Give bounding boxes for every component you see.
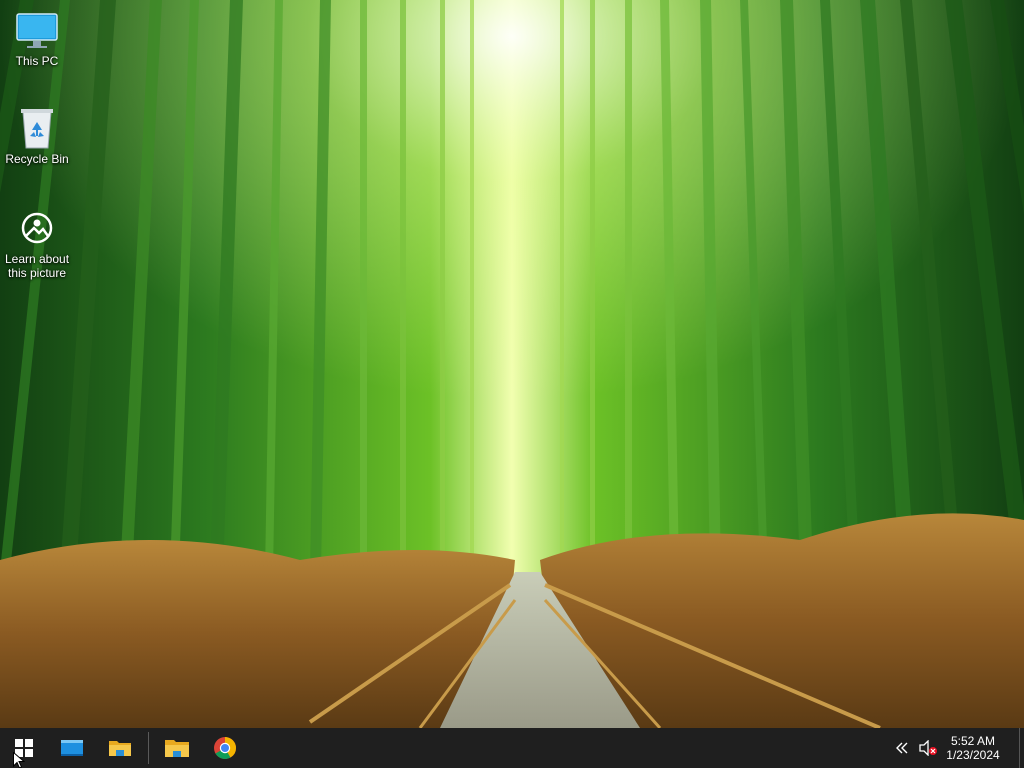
desktop: This PC Recycle Bin Learn about this pic… (0, 0, 1024, 768)
desktop-icon-this-pc[interactable]: This PC (2, 8, 72, 68)
system-tray: 5:52 AM 1/23/2024 (889, 728, 1024, 768)
monitor-icon (15, 8, 59, 52)
desktop-icon-recycle-bin[interactable]: Recycle Bin (2, 106, 72, 166)
taskbar-clock[interactable]: 5:52 AM 1/23/2024 (941, 728, 1005, 768)
taskbar-separator (148, 732, 149, 764)
taskbar-chrome-button[interactable] (201, 728, 249, 768)
wallpaper-image (0, 0, 1024, 728)
folder-icon (165, 740, 189, 757)
window-icon (61, 740, 83, 756)
bamboo-stalk (400, 0, 406, 600)
desktop-icon-label: Learn about this picture (4, 252, 70, 280)
mouse-cursor-icon (13, 752, 25, 768)
bamboo-stalk (560, 0, 564, 600)
taskbar-desktop-app-button[interactable] (48, 728, 96, 768)
desktop-icon-learn-about-picture[interactable]: Learn about this picture (2, 206, 72, 280)
chrome-icon (214, 737, 236, 759)
camera-icon (15, 206, 59, 250)
clock-time: 5:52 AM (950, 734, 996, 748)
tray-volume-button[interactable] (915, 728, 941, 768)
folder-icon (109, 741, 131, 756)
taskbar: 5:52 AM 1/23/2024 (0, 728, 1024, 768)
desktop-icon-label: Recycle Bin (5, 152, 69, 166)
taskbar-file-explorer-button[interactable] (96, 728, 144, 768)
bamboo-stalk (440, 0, 445, 600)
bamboo-stalk (625, 0, 632, 600)
desktop-icon-label: This PC (15, 54, 59, 68)
bamboo-stalk (470, 0, 474, 600)
recycle-bin-icon (15, 106, 59, 150)
taskbar-file-explorer-2-button[interactable] (153, 728, 201, 768)
clock-date: 1/23/2024 (946, 748, 1000, 762)
show-desktop-button[interactable] (1019, 728, 1024, 768)
speaker-muted-icon (919, 740, 937, 756)
tray-overflow-button[interactable] (889, 728, 915, 768)
bamboo-stalk (360, 0, 367, 600)
chevron-left-icon (896, 742, 908, 754)
bamboo-stalk (590, 0, 595, 600)
